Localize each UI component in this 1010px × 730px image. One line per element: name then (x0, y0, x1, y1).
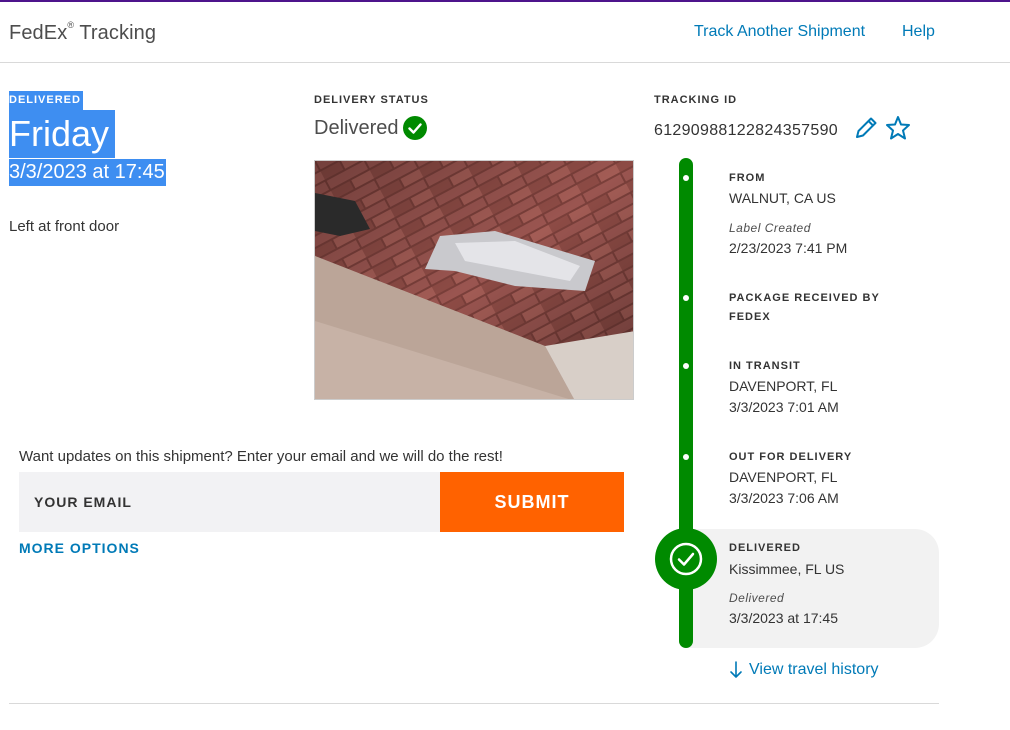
site-header: FedEx® Tracking Track Another Shipment H… (0, 2, 1010, 63)
event-in-transit-location: DAVENPORT, FL (729, 378, 838, 394)
event-received-title: PACKAGE RECEIVED BY FEDEX (729, 292, 880, 323)
help-link[interactable]: Help (902, 23, 935, 41)
package-on-doorstep-image (315, 161, 633, 399)
submit-button[interactable]: SUBMIT (440, 472, 624, 532)
arrow-down-icon (730, 661, 742, 678)
brand-name: FedEx (9, 22, 68, 44)
brand-suffix: Tracking (74, 22, 157, 44)
event-from-location: WALNUT, CA US (729, 190, 836, 206)
timeline-dot (683, 295, 689, 301)
event-from-datetime: 2/23/2023 7:41 PM (729, 240, 848, 256)
event-delivered-title: DELIVERED (729, 542, 801, 554)
event-from-title: FROM (729, 172, 766, 184)
proof-of-delivery-photo (314, 160, 634, 400)
delivery-datetime: 3/3/2023 at 17:45 (9, 159, 166, 186)
event-in-transit-datetime: 3/3/2023 7:01 AM (729, 399, 839, 415)
email-updates-prompt: Want updates on this shipment? Enter you… (19, 448, 503, 465)
event-in-transit-title: IN TRANSIT (729, 360, 801, 372)
delivered-status-label: DELIVERED (9, 91, 83, 110)
email-input[interactable] (19, 472, 440, 532)
delivery-status-title: DELIVERY STATUS (314, 94, 429, 106)
view-travel-history-link[interactable]: View travel history (729, 661, 879, 679)
check-circle-icon (669, 542, 703, 576)
event-delivered-datetime: 3/3/2023 at 17:45 (729, 610, 838, 626)
delivery-status-text: Delivered (314, 116, 399, 139)
pencil-icon[interactable] (852, 114, 880, 142)
timeline-dot (683, 363, 689, 369)
event-out-for-delivery-title: OUT FOR DELIVERY (729, 451, 853, 463)
delivery-day: Friday (9, 110, 116, 158)
star-icon[interactable] (884, 114, 912, 142)
event-out-for-delivery-datetime: 3/3/2023 7:06 AM (729, 490, 839, 506)
event-delivered-status: Delivered (729, 591, 785, 605)
tracking-id-title: TRACKING ID (654, 94, 738, 106)
delivered-check-icon (655, 528, 717, 590)
delivery-status-value: Delivered (314, 116, 428, 140)
timeline-dot (683, 175, 689, 181)
event-out-for-delivery-location: DAVENPORT, FL (729, 469, 838, 485)
bottom-divider (9, 703, 939, 704)
tracking-id-value: 612909881228243575​90 (654, 122, 838, 139)
event-from-status: Label Created (729, 221, 811, 235)
more-options-link[interactable]: MORE OPTIONS (19, 540, 140, 556)
track-another-shipment-link[interactable]: Track Another Shipment (694, 23, 865, 41)
timeline-dot (683, 454, 689, 460)
delivery-note: Left at front door (9, 218, 120, 235)
brand-title: FedEx® Tracking (9, 20, 157, 45)
registered-mark: ® (67, 20, 75, 31)
event-delivered-location: Kissimmee, FL US (729, 561, 845, 577)
view-travel-history-label: View travel history (749, 661, 879, 678)
check-circle-icon (403, 116, 428, 140)
